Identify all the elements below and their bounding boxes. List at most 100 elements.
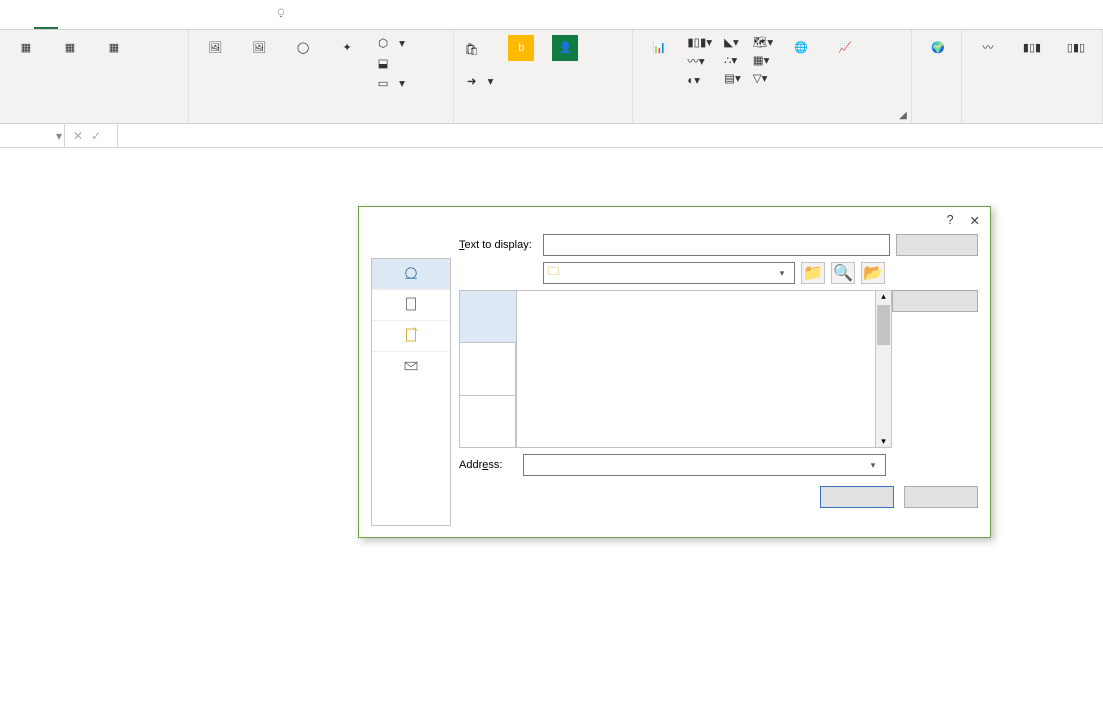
- chart-icon: 📊: [646, 35, 672, 61]
- addins-icon: ➜: [464, 73, 480, 89]
- table-icon: ▦: [101, 35, 127, 61]
- tab-page-layout[interactable]: [82, 2, 106, 29]
- chart-t8[interactable]: ▦▾: [749, 52, 777, 68]
- people-graph-button[interactable]: 👤: [543, 32, 587, 66]
- tab-insert[interactable]: [34, 2, 58, 29]
- ribbon-tabs: [0, 0, 1103, 30]
- chevron-down-icon[interactable]: ▾: [54, 129, 64, 143]
- 3dmodels-button[interactable]: ⬡▾: [371, 34, 409, 52]
- opt-place-in-doc[interactable]: [372, 290, 450, 321]
- look-in-combo[interactable]: 🗀 ▾: [543, 262, 795, 284]
- tab-help[interactable]: [226, 2, 250, 29]
- group-label: [454, 120, 633, 123]
- doc-icon: [402, 295, 420, 313]
- opt-existing-file[interactable]: [372, 259, 450, 290]
- lightbulb-icon: [274, 6, 288, 23]
- folder-up-icon: 📁: [803, 263, 823, 283]
- areachart-icon: ◣▾: [724, 35, 739, 49]
- chart-t2[interactable]: 〰▾: [683, 52, 716, 70]
- my-addins-button[interactable]: ➜▾: [460, 72, 498, 90]
- maps-button[interactable]: 🌐: [779, 32, 823, 66]
- cancel-button[interactable]: [904, 486, 978, 508]
- tab-view[interactable]: [178, 2, 202, 29]
- tab-data[interactable]: [130, 2, 154, 29]
- chart-t6[interactable]: ▤▾: [720, 70, 745, 86]
- tellme-search[interactable]: [262, 2, 306, 29]
- chart-t4[interactable]: ◣▾: [720, 34, 745, 50]
- cube-icon: ⬡: [375, 35, 391, 51]
- ribbon-body: ▦ ▦ ▦ 🖼 🖼 ◯ ✦ ⬡▾ ⬓ ▭▾ 🛍 ➜▾ b 👤: [0, 30, 1103, 124]
- nav-current-folder[interactable]: [460, 291, 516, 343]
- bing-maps-button[interactable]: b: [499, 32, 543, 66]
- text-to-display-input[interactable]: [543, 234, 890, 256]
- address-input[interactable]: ▾: [523, 454, 886, 476]
- people-icon: 👤: [552, 35, 578, 61]
- shapes-button[interactable]: ◯: [281, 32, 325, 66]
- pictures-button[interactable]: 🖼: [193, 32, 237, 66]
- tab-developer[interactable]: [202, 2, 226, 29]
- scrollbar[interactable]: [875, 291, 891, 447]
- file-list[interactable]: [516, 290, 892, 448]
- piechart-icon: ◐▾: [687, 73, 700, 87]
- group-label: [962, 120, 1102, 123]
- chart-t3[interactable]: ◐▾: [683, 72, 716, 88]
- globe-icon: 🌐: [788, 35, 814, 61]
- dialog-launcher[interactable]: ◢: [897, 109, 909, 121]
- group-charts: 📊 ▮▯▮▾ 〰▾ ◐▾ ◣▾ ∴▾ ▤▾ 🗺▾ ▦▾ ▽▾ 🌐 📈 ◢: [633, 30, 912, 123]
- browse-file-button[interactable]: 📂: [861, 262, 885, 284]
- globe-page-icon: [402, 264, 420, 282]
- screentip-button[interactable]: [896, 234, 978, 256]
- browse-web-button[interactable]: 🔍: [831, 262, 855, 284]
- browse-nav: [459, 290, 516, 448]
- chart-t7[interactable]: 🗺▾: [749, 34, 777, 50]
- pivotchart-icon: 📈: [832, 35, 858, 61]
- funnel-icon: ▽▾: [753, 71, 768, 85]
- tab-formulas[interactable]: [106, 2, 130, 29]
- barchart-icon: ▮▯▮▾: [687, 35, 712, 49]
- enter-icon[interactable]: ✓: [91, 129, 101, 143]
- tab-review[interactable]: [154, 2, 178, 29]
- folder-icon: 🗀: [548, 264, 560, 283]
- online-pictures-button[interactable]: 🖼: [237, 32, 281, 66]
- spark-winloss-button[interactable]: ▯▮▯: [1054, 32, 1098, 66]
- 3dmap-button[interactable]: 🌍: [916, 32, 960, 66]
- table-button[interactable]: ▦: [92, 32, 136, 66]
- chart-t5[interactable]: ∴▾: [720, 52, 745, 68]
- bing-icon: b: [508, 35, 534, 61]
- spark-line-button[interactable]: 〰: [966, 32, 1010, 66]
- group-illustrations: 🖼 🖼 ◯ ✦ ⬡▾ ⬓ ▭▾: [189, 30, 454, 123]
- shapes-icon: ◯: [290, 35, 316, 61]
- screenshot-button[interactable]: ▭▾: [371, 74, 409, 92]
- sparkcol-icon: ▮▯▮: [1019, 35, 1045, 61]
- recommended-pivot-button[interactable]: ▦: [48, 32, 92, 66]
- formula-input[interactable]: [118, 125, 1103, 147]
- chevron-down-icon[interactable]: ▾: [774, 268, 790, 279]
- icons-button[interactable]: ✦: [325, 32, 369, 66]
- chart-t9[interactable]: ▽▾: [749, 70, 777, 86]
- scroll-thumb[interactable]: [877, 305, 890, 345]
- name-box[interactable]: [0, 125, 54, 147]
- cancel-icon[interactable]: ✕: [73, 129, 83, 143]
- newdoc-icon: [402, 326, 420, 344]
- chart-t1[interactable]: ▮▯▮▾: [683, 34, 716, 50]
- help-button[interactable]: ?: [947, 213, 954, 228]
- pivottable-button[interactable]: ▦: [4, 32, 48, 66]
- formula-bar: ▾ ✕ ✓: [0, 124, 1103, 148]
- smartart-button[interactable]: ⬓: [371, 54, 409, 72]
- scatter-icon: ∴▾: [724, 53, 737, 67]
- ok-button[interactable]: [820, 486, 894, 508]
- spark-column-button[interactable]: ▮▯▮: [1010, 32, 1054, 66]
- opt-email[interactable]: [372, 352, 450, 382]
- opt-create-new[interactable]: [372, 321, 450, 352]
- close-button[interactable]: ✕: [970, 213, 980, 228]
- chevron-down-icon[interactable]: ▾: [865, 460, 881, 471]
- rec-charts-button[interactable]: 📊: [637, 32, 681, 66]
- up-folder-button[interactable]: 📁: [801, 262, 825, 284]
- pivotchart-button[interactable]: 📈: [823, 32, 867, 66]
- nav-browsed-pages[interactable]: [460, 343, 516, 395]
- tab-home[interactable]: [10, 2, 34, 29]
- nav-recent-files[interactable]: [460, 396, 516, 447]
- get-addins-button[interactable]: 🛍: [460, 40, 498, 58]
- tab-draw[interactable]: [58, 2, 82, 29]
- bookmark-button[interactable]: [892, 290, 978, 312]
